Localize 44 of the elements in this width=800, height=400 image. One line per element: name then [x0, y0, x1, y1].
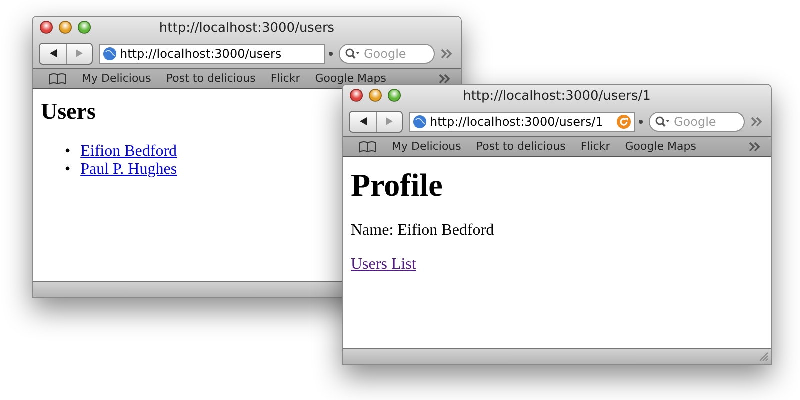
bookmarks-book-icon[interactable] [49, 72, 67, 84]
globe-icon [413, 114, 427, 128]
text-link[interactable]: Users List [351, 256, 416, 273]
bookmark-link[interactable]: My Delicious [82, 72, 152, 85]
text-link[interactable]: Eifion Bedford [80, 143, 178, 161]
forward-arrow-icon [385, 117, 394, 126]
zoom-button[interactable] [388, 89, 401, 102]
window-title: http://localhost:3000/users/1 [463, 88, 651, 104]
zoom-button[interactable] [78, 21, 91, 34]
chevron-icon[interactable] [439, 74, 451, 84]
chevron-icon[interactable] [749, 142, 761, 152]
page-heading: Users [41, 99, 96, 125]
close-button[interactable] [40, 21, 53, 34]
address-dot-icon [329, 52, 333, 56]
text-link[interactable]: Paul P. Hughes [80, 161, 178, 179]
chevron-icon[interactable] [751, 116, 763, 126]
bullet-marker: • [65, 161, 71, 179]
address-field[interactable]: http://localhost:3000/users [99, 44, 325, 64]
body-text: Name: Eifion Bedford [351, 222, 496, 240]
bookmarks-book-icon[interactable] [359, 140, 377, 152]
back-arrow-icon [358, 117, 368, 126]
bookmark-link[interactable]: Google Maps [625, 140, 696, 153]
globe-icon [103, 46, 117, 60]
forward-arrow-icon [75, 49, 84, 58]
page-heading: Profile [351, 167, 443, 204]
minimize-button[interactable] [369, 89, 382, 102]
back-arrow-icon [48, 49, 58, 58]
address-dot-icon [639, 120, 643, 124]
resize-grip-icon[interactable] [759, 352, 769, 362]
bookmark-link[interactable]: Flickr [270, 72, 300, 85]
bookmark-link[interactable]: Post to delicious [476, 140, 566, 153]
close-button[interactable] [350, 89, 363, 102]
address-field[interactable]: http://localhost:3000/users/1 [409, 112, 635, 132]
search-icon [345, 48, 361, 60]
window-title: http://localhost:3000/users [159, 20, 335, 36]
bookmark-link[interactable]: Flickr [580, 140, 610, 153]
bookmark-link[interactable]: Post to delicious [166, 72, 256, 85]
bookmark-link[interactable]: Google Maps [315, 72, 386, 85]
bullet-marker: • [65, 143, 71, 161]
chevron-icon[interactable] [441, 48, 453, 58]
search-icon [655, 116, 671, 128]
bookmark-link[interactable]: My Delicious [392, 140, 462, 153]
reload-icon[interactable] [617, 114, 631, 128]
minimize-button[interactable] [59, 21, 72, 34]
